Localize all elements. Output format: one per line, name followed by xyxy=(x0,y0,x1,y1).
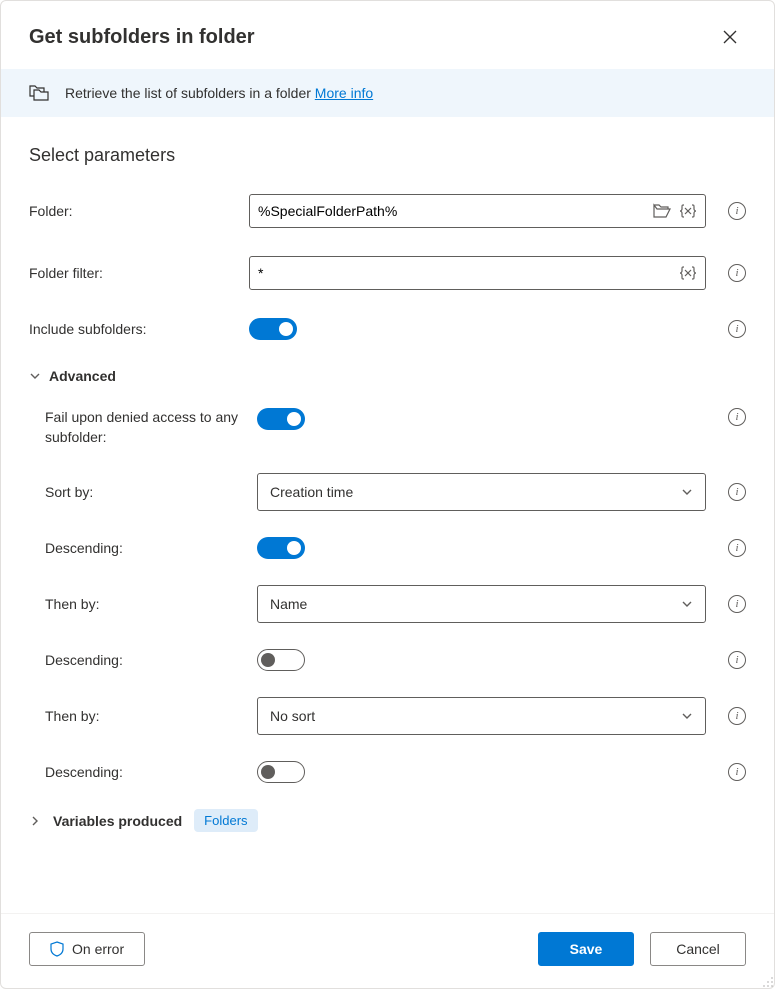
then-by1-info-icon[interactable]: i xyxy=(728,595,746,613)
include-subfolders-toggle[interactable] xyxy=(249,318,297,340)
close-icon xyxy=(723,30,737,44)
variable-pill[interactable]: Folders xyxy=(194,809,257,832)
descending1-toggle[interactable] xyxy=(257,537,305,559)
filter-info-icon[interactable]: i xyxy=(728,264,746,282)
dialog: Get subfolders in folder Retrieve the li… xyxy=(0,0,775,989)
shield-icon xyxy=(50,941,64,957)
sort-by-value: Creation time xyxy=(270,484,353,500)
fail-denied-info-icon[interactable]: i xyxy=(728,408,746,426)
sort-by-select[interactable]: Creation time xyxy=(257,473,706,511)
descending2-row: Descending: i xyxy=(45,649,746,671)
descending2-info-icon[interactable]: i xyxy=(728,651,746,669)
then-by1-select[interactable]: Name xyxy=(257,585,706,623)
then-by1-value: Name xyxy=(270,596,307,612)
folder-filter-input[interactable] xyxy=(258,265,671,281)
toggle-knob xyxy=(261,653,275,667)
chevron-down-icon xyxy=(681,710,693,722)
folder-row: Folder: xyxy=(29,194,746,228)
descending3-toggle[interactable] xyxy=(257,761,305,783)
then-by2-value: No sort xyxy=(270,708,315,724)
info-banner: Retrieve the list of subfolders in a fol… xyxy=(1,69,774,117)
folder-label: Folder: xyxy=(29,203,249,219)
dialog-content: Select parameters Folder: xyxy=(1,117,774,913)
folder-filter-input-wrapper xyxy=(249,256,706,290)
descending1-row: Descending: i xyxy=(45,537,746,559)
dialog-title: Get subfolders in folder xyxy=(29,26,255,49)
then-by2-row: Then by: No sort i xyxy=(45,697,746,735)
chevron-down-icon xyxy=(681,486,693,498)
folder-input[interactable] xyxy=(258,203,645,219)
variable-picker-icon[interactable] xyxy=(679,203,697,219)
chevron-down-icon xyxy=(681,598,693,610)
resize-grip-icon[interactable] xyxy=(761,975,775,989)
descending3-label: Descending: xyxy=(45,764,257,780)
sort-by-label: Sort by: xyxy=(45,484,257,500)
folder-info-icon[interactable]: i xyxy=(728,202,746,220)
fail-denied-toggle[interactable] xyxy=(257,408,305,430)
toggle-knob xyxy=(287,541,301,555)
then-by2-info-icon[interactable]: i xyxy=(728,707,746,725)
descending2-label: Descending: xyxy=(45,652,257,668)
then-by2-select[interactable]: No sort xyxy=(257,697,706,735)
then-by1-label: Then by: xyxy=(45,596,257,612)
folder-filter-row: Folder filter: i xyxy=(29,256,746,290)
close-button[interactable] xyxy=(714,21,746,53)
include-subfolders-label: Include subfolders: xyxy=(29,321,249,337)
dialog-header: Get subfolders in folder xyxy=(1,1,774,69)
folder-filter-label: Folder filter: xyxy=(29,265,249,281)
variables-produced-row[interactable]: Variables produced Folders xyxy=(29,809,746,832)
descending2-toggle[interactable] xyxy=(257,649,305,671)
then-by1-row: Then by: Name i xyxy=(45,585,746,623)
fail-denied-label: Fail upon denied access to any subfolder… xyxy=(45,408,257,447)
cancel-button[interactable]: Cancel xyxy=(650,932,746,966)
include-subfolders-row: Include subfolders: i xyxy=(29,318,746,340)
footer-right-buttons: Save Cancel xyxy=(538,932,746,966)
descending1-label: Descending: xyxy=(45,540,257,556)
on-error-button[interactable]: On error xyxy=(29,932,145,966)
chevron-down-icon xyxy=(29,370,41,382)
descending1-info-icon[interactable]: i xyxy=(728,539,746,557)
dialog-footer: On error Save Cancel xyxy=(1,913,774,988)
sort-by-row: Sort by: Creation time i xyxy=(45,473,746,511)
folder-stack-icon xyxy=(29,83,51,103)
toggle-knob xyxy=(279,322,293,336)
section-title: Select parameters xyxy=(29,145,746,166)
banner-text: Retrieve the list of subfolders in a fol… xyxy=(65,85,373,101)
more-info-link[interactable]: More info xyxy=(315,85,373,101)
save-button[interactable]: Save xyxy=(538,932,634,966)
advanced-content: Fail upon denied access to any subfolder… xyxy=(29,408,746,783)
toggle-knob xyxy=(261,765,275,779)
chevron-right-icon xyxy=(29,815,41,827)
toggle-knob xyxy=(287,412,301,426)
folder-input-wrapper xyxy=(249,194,706,228)
filter-variable-picker-icon[interactable] xyxy=(679,265,697,281)
descending3-info-icon[interactable]: i xyxy=(728,763,746,781)
sort-by-info-icon[interactable]: i xyxy=(728,483,746,501)
include-subfolders-info-icon[interactable]: i xyxy=(728,320,746,338)
then-by2-label: Then by: xyxy=(45,708,257,724)
descending3-row: Descending: i xyxy=(45,761,746,783)
variables-produced-label: Variables produced xyxy=(53,813,182,829)
folder-browse-icon[interactable] xyxy=(653,203,671,219)
advanced-header[interactable]: Advanced xyxy=(29,368,746,384)
fail-denied-row: Fail upon denied access to any subfolder… xyxy=(45,408,746,447)
